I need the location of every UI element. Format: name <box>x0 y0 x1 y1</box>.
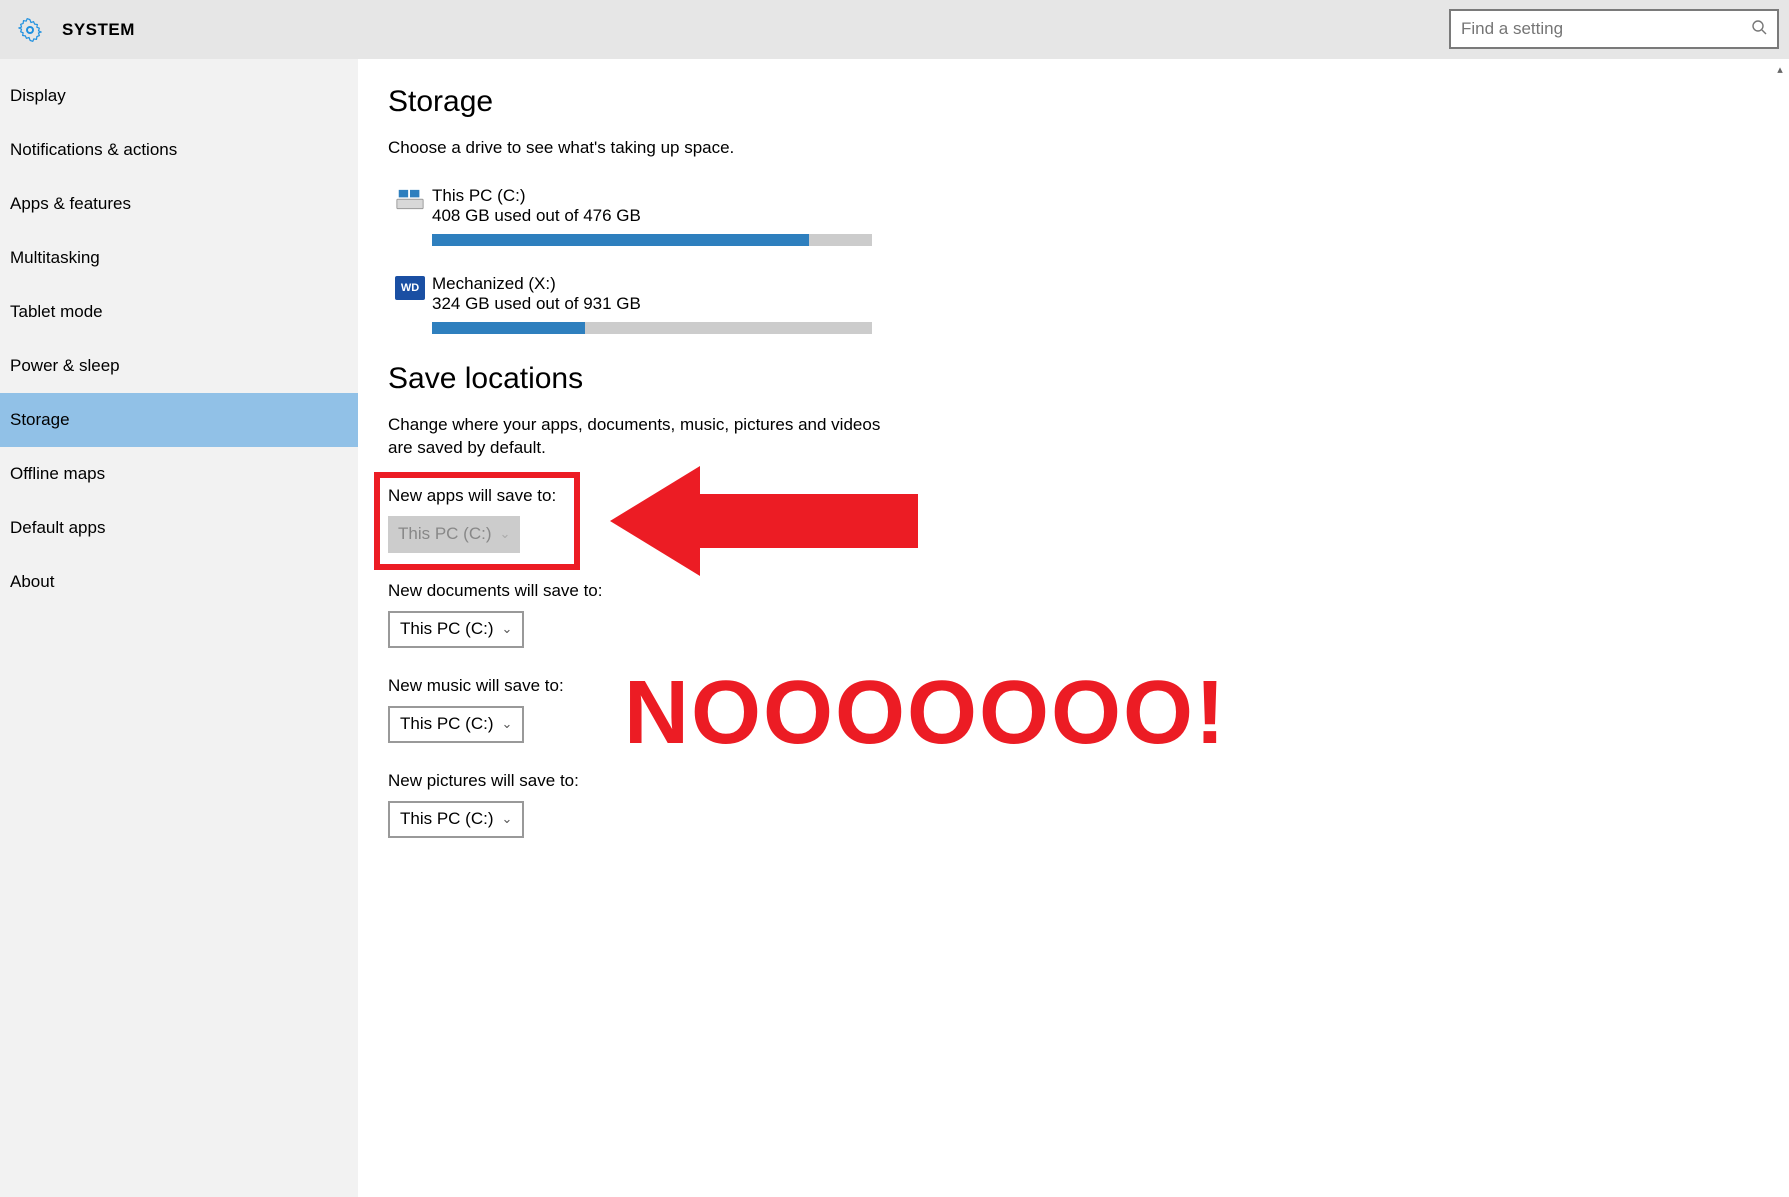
sidebar-item-display[interactable]: Display <box>0 69 358 123</box>
save-location-label: New documents will save to: <box>388 581 1759 601</box>
drive-icon: WD <box>388 274 432 334</box>
drive-name: This PC (C:) <box>432 186 1759 206</box>
drive-usage: 408 GB used out of 476 GB <box>432 206 1759 226</box>
chevron-down-icon: ⌄ <box>502 621 513 637</box>
chevron-down-icon: ⌄ <box>500 526 511 542</box>
main-content: Storage Choose a drive to see what's tak… <box>358 59 1789 1197</box>
gear-icon <box>18 18 42 42</box>
header-bar: SYSTEM <box>0 0 1789 59</box>
save-location-row: New apps will save to: This PC (C:) ⌄ <box>388 486 1759 573</box>
storage-description: Choose a drive to see what's taking up s… <box>388 137 908 160</box>
search-input-container[interactable] <box>1449 9 1779 49</box>
storage-title: Storage <box>388 85 1759 119</box>
sidebar: DisplayNotifications & actionsApps & fea… <box>0 59 358 1197</box>
chevron-down-icon: ⌄ <box>502 716 513 732</box>
drive-row[interactable]: This PC (C:) 408 GB used out of 476 GB <box>388 186 1759 246</box>
save-locations-description: Change where your apps, documents, music… <box>388 414 908 460</box>
save-location-row: New music will save to: This PC (C:) ⌄ <box>388 676 1759 763</box>
dropdown-value: This PC (C:) <box>400 619 494 639</box>
save-location-row: New pictures will save to: This PC (C:) ⌄ <box>388 771 1759 858</box>
header-title: SYSTEM <box>62 20 135 40</box>
save-location-dropdown[interactable]: This PC (C:) ⌄ <box>388 611 524 648</box>
sidebar-item-notifications-actions[interactable]: Notifications & actions <box>0 123 358 177</box>
sidebar-item-default-apps[interactable]: Default apps <box>0 501 358 555</box>
drive-usage: 324 GB used out of 931 GB <box>432 294 1759 314</box>
chevron-down-icon: ⌄ <box>502 811 513 827</box>
search-input[interactable] <box>1461 19 1751 39</box>
drive-name: Mechanized (X:) <box>432 274 1759 294</box>
drive-bar <box>432 234 872 246</box>
dropdown-value: This PC (C:) <box>398 524 492 544</box>
search-icon <box>1751 19 1767 40</box>
drive-icon <box>388 186 432 246</box>
sidebar-item-offline-maps[interactable]: Offline maps <box>0 447 358 501</box>
dropdown-value: This PC (C:) <box>400 714 494 734</box>
save-location-label: New music will save to: <box>388 676 1759 696</box>
sidebar-item-tablet-mode[interactable]: Tablet mode <box>0 285 358 339</box>
sidebar-item-storage[interactable]: Storage <box>0 393 358 447</box>
drive-row[interactable]: WD Mechanized (X:) 324 GB used out of 93… <box>388 274 1759 334</box>
sidebar-item-about[interactable]: About <box>0 555 358 609</box>
save-location-dropdown[interactable]: This PC (C:) ⌄ <box>388 706 524 743</box>
save-location-row: New documents will save to: This PC (C:) ⌄ <box>388 581 1759 668</box>
save-location-label: New pictures will save to: <box>388 771 1759 791</box>
sidebar-item-power-sleep[interactable]: Power & sleep <box>0 339 358 393</box>
save-location-label: New apps will save to: <box>388 486 1759 506</box>
sidebar-item-multitasking[interactable]: Multitasking <box>0 231 358 285</box>
save-location-dropdown[interactable]: This PC (C:) ⌄ <box>388 801 524 838</box>
drive-bar <box>432 322 872 334</box>
dropdown-value: This PC (C:) <box>400 809 494 829</box>
save-location-dropdown: This PC (C:) ⌄ <box>388 516 520 553</box>
save-locations-title: Save locations <box>388 362 1759 396</box>
sidebar-item-apps-features[interactable]: Apps & features <box>0 177 358 231</box>
